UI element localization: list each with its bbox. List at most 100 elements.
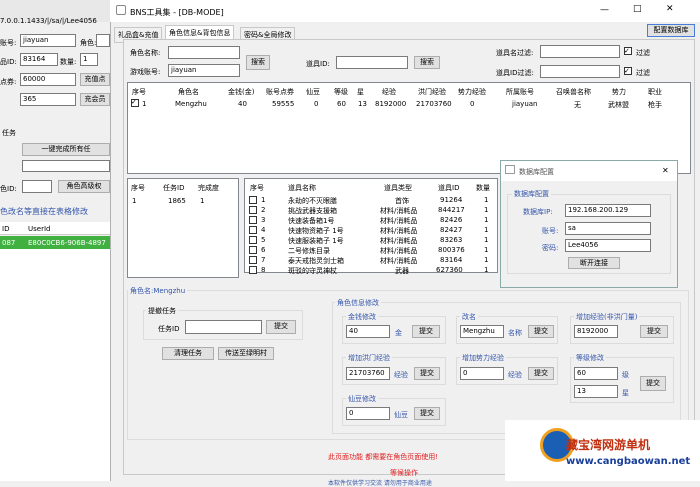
- role-col-header[interactable]: 金钱(金): [228, 87, 254, 97]
- task-col-header[interactable]: 完成度: [198, 183, 219, 193]
- item-col-header[interactable]: 序号: [250, 183, 264, 193]
- role-col-header[interactable]: 洪门经验: [418, 87, 446, 97]
- bean-input[interactable]: 0: [346, 407, 390, 420]
- bg-grid-header: [0, 222, 110, 235]
- item-cell: 首饰: [395, 197, 409, 205]
- role-col-header[interactable]: 序号: [132, 87, 146, 97]
- bean-submit-button[interactable]: 提交: [414, 407, 440, 420]
- dialog-close-icon[interactable]: ✕: [662, 166, 669, 175]
- bg-points-button[interactable]: 充值点: [80, 73, 110, 86]
- money-input[interactable]: 40: [346, 325, 390, 338]
- item-name-filter-input[interactable]: [540, 45, 620, 58]
- clear-tasks-button[interactable]: 清理任务: [162, 347, 214, 360]
- role-col-header[interactable]: 角色名: [178, 87, 199, 97]
- search-button[interactable]: 搜索: [246, 55, 270, 70]
- item-row-checkbox[interactable]: [249, 236, 257, 244]
- hong-input[interactable]: 21703760: [346, 367, 390, 380]
- level-input[interactable]: 60: [574, 367, 618, 380]
- hong-unit: 经验: [394, 371, 408, 379]
- item-row-checkbox[interactable]: [249, 216, 257, 224]
- bg-role-input[interactable]: [96, 34, 110, 47]
- item-col-header[interactable]: 道具类型: [384, 183, 412, 193]
- item-cell: 泰天戒指灵剑士箱: [288, 257, 344, 265]
- bean-unit: 仙豆: [394, 411, 408, 419]
- bean-label: 仙豆修改: [346, 394, 378, 404]
- item-col-header[interactable]: 道具名称: [288, 183, 316, 193]
- money-submit-button[interactable]: 提交: [412, 325, 440, 338]
- item-col-header[interactable]: 数量: [476, 183, 490, 193]
- role-col-header[interactable]: 仙豆: [306, 87, 320, 97]
- item-cell: 武器: [395, 267, 409, 275]
- db-ip-input[interactable]: 192.168.200.129: [565, 204, 651, 217]
- tab-role-bag[interactable]: 角色信息&背包信息: [165, 25, 235, 40]
- role-col-header[interactable]: 账号点券: [266, 87, 294, 97]
- bg-complete-all-button[interactable]: 一键完成所有任: [22, 143, 110, 156]
- item-id-input[interactable]: [336, 56, 408, 69]
- role-col-header[interactable]: 召唤兽名称: [556, 87, 591, 97]
- task-table[interactable]: [127, 178, 239, 278]
- item-cell: 快速服装箱子 1号: [288, 237, 344, 245]
- db-pwd-input[interactable]: Lee4056: [565, 239, 651, 252]
- force-submit-button[interactable]: 提交: [528, 367, 554, 380]
- level-submit-button[interactable]: 提交: [640, 376, 666, 391]
- bg-role-advanced-button[interactable]: 角色高级权: [58, 180, 110, 193]
- bg-365-input[interactable]: 365: [20, 93, 76, 106]
- rename-submit-button[interactable]: 提交: [528, 325, 554, 338]
- bg-empty-input[interactable]: [22, 160, 110, 172]
- rename-input[interactable]: Mengzhu: [460, 325, 504, 338]
- bg-acct-input[interactable]: jiayuan: [20, 34, 76, 47]
- item-cell: 83263: [440, 236, 463, 244]
- bg-charge-button[interactable]: 充会员: [80, 93, 110, 106]
- warning-text: 此页面功能 都需要在角色页面使用!: [328, 453, 439, 461]
- bg-points-input[interactable]: 60000: [20, 73, 76, 86]
- task-col-header[interactable]: 任务ID: [163, 183, 184, 193]
- role-row[interactable]: [128, 97, 690, 108]
- item-cell: 1: [484, 206, 489, 214]
- item-row-checkbox[interactable]: [249, 206, 257, 214]
- item-cell: 1: [484, 226, 489, 234]
- role-col-header[interactable]: 职业: [648, 87, 662, 97]
- item-row-checkbox[interactable]: [249, 226, 257, 234]
- db-acct-input[interactable]: sa: [565, 222, 651, 235]
- watermark-url: www.cangbaowan.net: [566, 456, 691, 467]
- config-db-button[interactable]: 配置数据库: [647, 24, 695, 37]
- teleport-button[interactable]: 传送至绿明村: [218, 347, 274, 360]
- role-col-header[interactable]: 势力经验: [458, 87, 486, 97]
- role-col-header[interactable]: 经验: [382, 87, 396, 97]
- game-account-label: 游戏账号:: [130, 68, 161, 76]
- submit-task-button[interactable]: 提交: [266, 320, 296, 334]
- bg-roleid-input[interactable]: [22, 180, 52, 193]
- window-title: BNS工具集 - [DB-MODE]: [130, 8, 224, 17]
- item-row-checkbox[interactable]: [249, 246, 257, 254]
- role-col-header[interactable]: 星: [357, 87, 364, 97]
- role-col-header[interactable]: 所属账号: [506, 87, 534, 97]
- role-col-header[interactable]: 等级: [334, 87, 348, 97]
- bg-ip-string: 7.0.0.1.1433/|/sa/|/Lee4056: [0, 17, 97, 25]
- exp-submit-button[interactable]: 提交: [640, 325, 668, 338]
- maximize-icon[interactable]: □: [633, 4, 642, 14]
- task-id-input[interactable]: [185, 320, 262, 334]
- role-cell: 21703760: [416, 100, 452, 108]
- hong-submit-button[interactable]: 提交: [414, 367, 440, 380]
- bg-qty-input[interactable]: 1: [80, 53, 98, 66]
- bg-item-input[interactable]: 83164: [20, 53, 58, 66]
- search-item-button[interactable]: 搜索: [414, 56, 440, 69]
- game-account-input[interactable]: jiayuan: [168, 64, 240, 77]
- item-row-checkbox[interactable]: [249, 256, 257, 264]
- item-id-filter-input[interactable]: [540, 65, 620, 78]
- close-icon[interactable]: ✕: [666, 4, 674, 14]
- disconnect-button[interactable]: 断开连接: [568, 257, 620, 269]
- star-input[interactable]: 13: [574, 385, 618, 398]
- task-col-header[interactable]: 序号: [131, 183, 145, 193]
- role-col-header[interactable]: 势力: [612, 87, 626, 97]
- minimize-icon[interactable]: —: [600, 5, 609, 15]
- item-col-header[interactable]: 道具ID: [438, 183, 459, 193]
- item-row-checkbox[interactable]: [249, 266, 257, 274]
- item-row-checkbox[interactable]: [249, 196, 257, 204]
- exp-input[interactable]: 8192000: [574, 325, 618, 338]
- bg-acct-label: 账号:: [0, 39, 17, 47]
- dialog-group-title: 数据库配置: [512, 189, 551, 199]
- role-name-input[interactable]: [168, 46, 240, 59]
- bg-role-label: 角色:: [80, 39, 97, 47]
- force-input[interactable]: 0: [460, 367, 504, 380]
